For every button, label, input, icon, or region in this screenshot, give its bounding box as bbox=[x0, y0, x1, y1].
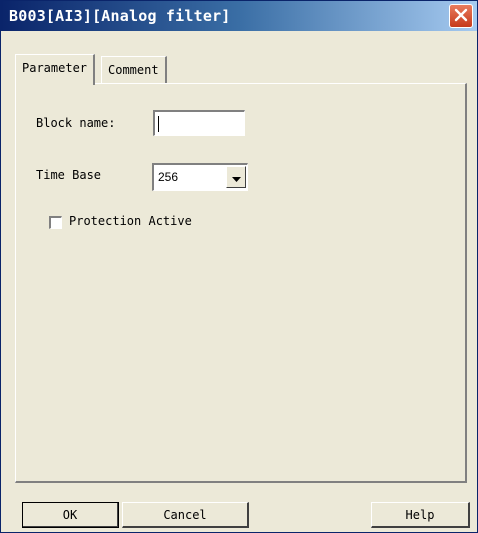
time-base-label: Time Base bbox=[36, 168, 102, 182]
dialog-window: B003[AI3][Analog filter] Parameter Comme… bbox=[0, 0, 478, 533]
title-bar[interactable]: B003[AI3][Analog filter] bbox=[1, 1, 477, 31]
cancel-button[interactable]: Cancel bbox=[122, 502, 249, 528]
help-button[interactable]: Help bbox=[371, 502, 470, 528]
window-title: B003[AI3][Analog filter] bbox=[9, 7, 231, 25]
protection-active-label[interactable]: Protection Active bbox=[69, 214, 192, 228]
tab-comment[interactable]: Comment bbox=[101, 56, 167, 84]
close-icon bbox=[454, 7, 468, 26]
time-base-select[interactable]: 256 bbox=[152, 163, 248, 191]
tab-panel bbox=[15, 83, 467, 483]
block-name-input[interactable] bbox=[153, 110, 245, 136]
block-name-label: Block name: bbox=[36, 116, 116, 130]
protection-active-checkbox[interactable] bbox=[49, 216, 62, 229]
close-button[interactable] bbox=[449, 4, 473, 28]
ok-button[interactable]: OK bbox=[22, 502, 119, 528]
tab-parameter[interactable]: Parameter bbox=[15, 54, 96, 85]
time-base-dropdown-button[interactable] bbox=[226, 166, 246, 188]
text-caret bbox=[158, 116, 159, 132]
time-base-value: 256 bbox=[158, 170, 179, 184]
chevron-down-icon bbox=[231, 168, 241, 187]
